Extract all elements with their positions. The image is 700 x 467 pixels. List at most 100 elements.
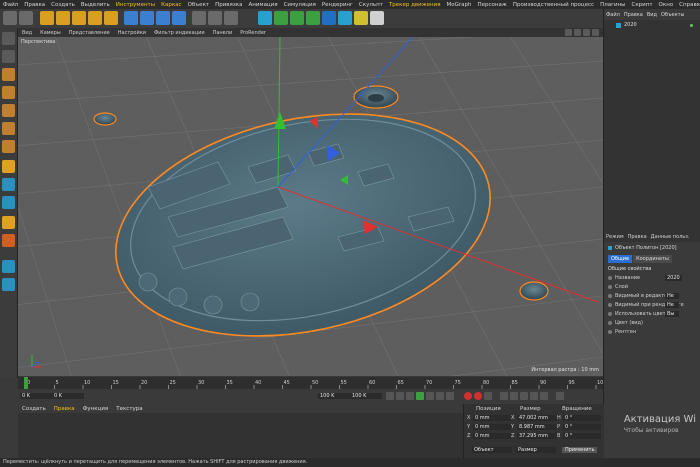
menu-item-7[interactable]: Привязка (212, 2, 245, 8)
param-dot-icon[interactable] (608, 312, 612, 316)
subtab-basic[interactable]: Общие (608, 255, 633, 263)
workplane-icon[interactable] (2, 86, 15, 99)
material-menu-item-1[interactable]: Правка (50, 406, 79, 412)
param-dot-icon[interactable] (608, 330, 612, 334)
solo-icon[interactable] (2, 260, 15, 273)
viewport-menu-item-5[interactable]: Панели (209, 30, 237, 36)
workplane-lock-icon[interactable] (2, 234, 15, 247)
model-mode-icon[interactable] (2, 50, 15, 63)
disc-model[interactable] (95, 82, 511, 368)
play-icon[interactable] (416, 392, 424, 400)
coord-size-field[interactable]: 8.987 mm (517, 424, 557, 430)
recent-tool-icon[interactable] (104, 11, 118, 25)
menu-item-14[interactable]: Персонаж (475, 2, 510, 8)
deformer-icon[interactable] (322, 11, 336, 25)
texture-mode-icon[interactable] (2, 68, 15, 81)
menu-item-6[interactable]: Объект (185, 2, 213, 8)
edges-mode-icon[interactable] (2, 122, 15, 135)
orbit-icon[interactable] (583, 29, 590, 36)
attribute-value[interactable]: Не (665, 302, 679, 308)
render-view-icon[interactable] (192, 11, 206, 25)
coord-mode-size[interactable]: Размер (516, 447, 556, 453)
param-dot-icon[interactable] (608, 303, 612, 307)
polygons-mode-icon[interactable] (2, 140, 15, 153)
enable-snap-icon[interactable] (2, 216, 15, 229)
array-icon[interactable] (306, 11, 320, 25)
coord-rotation-field[interactable]: 0 ° (563, 433, 601, 439)
object-menu-item-2[interactable]: Вид (645, 12, 659, 18)
y-axis-lock-icon[interactable] (140, 11, 154, 25)
object-menu-item-1[interactable]: Правка (622, 12, 645, 18)
tweak-icon[interactable] (2, 178, 15, 191)
goto-start-icon[interactable] (386, 392, 394, 400)
goto-end-icon[interactable] (446, 392, 454, 400)
object-menu-item-0[interactable]: Файл (604, 12, 622, 18)
attribute-value[interactable]: 2020 (665, 275, 682, 281)
floor-icon[interactable] (338, 11, 352, 25)
material-menu-item-2[interactable]: Функция (79, 406, 113, 412)
x-axis-lock-icon[interactable] (124, 11, 138, 25)
menu-item-8[interactable]: Анимация (245, 2, 280, 8)
object-row[interactable]: 2020 (604, 21, 700, 29)
timeline[interactable]: 0 5 10 15 20 25 30 35 40 45 50 55 60 65 70 75 80 85 90 95 10… (18, 377, 607, 389)
viewport-menu-item-0[interactable]: Вид (18, 30, 36, 36)
coord-size-field[interactable]: 37.295 mm (517, 433, 557, 439)
undo-icon[interactable] (3, 11, 17, 25)
object-menu-item-3[interactable]: Объекты (659, 12, 687, 18)
scale-tool-icon[interactable] (72, 11, 86, 25)
menu-item-10[interactable]: Рендеринг (319, 2, 356, 8)
record-icon[interactable] (464, 392, 472, 400)
menu-item-11[interactable]: Скульпт (356, 2, 386, 8)
menu-item-16[interactable]: Плагины (597, 2, 628, 8)
param-dot-icon[interactable] (608, 321, 612, 325)
maximize-icon[interactable] (592, 29, 599, 36)
coord-position-field[interactable]: 0 mm (473, 433, 511, 439)
attribute-tab-0[interactable]: Режим (604, 234, 626, 240)
coord-system-icon[interactable] (172, 11, 186, 25)
menu-item-9[interactable]: Симуляция (281, 2, 319, 8)
menu-item-12[interactable]: Трекер движения (386, 2, 444, 8)
material-menu-item-0[interactable]: Создать (18, 406, 50, 412)
attribute-value[interactable]: Не (665, 293, 679, 299)
attribute-value[interactable]: Вы (665, 311, 679, 317)
scale-key-icon[interactable] (510, 392, 518, 400)
rotate-key-icon[interactable] (520, 392, 528, 400)
spline-icon[interactable] (274, 11, 288, 25)
start-frame-field[interactable]: 0 K (52, 393, 84, 399)
coord-rotation-field[interactable]: 0 ° (563, 424, 601, 430)
attribute-tab-1[interactable]: Правка (626, 234, 649, 240)
axis-mode-icon[interactable] (2, 160, 15, 173)
zoom-icon[interactable] (574, 29, 581, 36)
menu-item-5[interactable]: Каркас (158, 2, 184, 8)
menu-item-19[interactable]: Справка (676, 2, 700, 8)
cube-icon[interactable] (258, 11, 272, 25)
viewport-menu-item-4[interactable]: Фильтр индикации (150, 30, 209, 36)
timeline-options-icon[interactable] (556, 392, 564, 400)
prev-frame-icon[interactable] (406, 392, 414, 400)
menu-item-2[interactable]: Создать (48, 2, 78, 8)
menu-item-3[interactable]: Выделить (78, 2, 113, 8)
menu-item-17[interactable]: Скрипт (629, 2, 656, 8)
move-key-icon[interactable] (500, 392, 508, 400)
menu-item-0[interactable]: Файл (0, 2, 21, 8)
move-tool-icon[interactable] (56, 11, 70, 25)
prev-key-icon[interactable] (396, 392, 404, 400)
layer-icon[interactable] (2, 278, 15, 291)
param-dot-icon[interactable] (608, 294, 612, 298)
viewport-menu-item-1[interactable]: Камеры (36, 30, 65, 36)
material-menu-item-3[interactable]: Текстура (112, 406, 146, 412)
keyframe-selection-icon[interactable] (484, 392, 492, 400)
viewport-menu-item-3[interactable]: Настройки (114, 30, 150, 36)
subdivision-icon[interactable] (290, 11, 304, 25)
menu-item-1[interactable]: Правка (21, 2, 48, 8)
subtab-coords[interactable]: Координаты (633, 255, 672, 263)
visibility-dot-icon[interactable] (690, 23, 693, 27)
snap-icon[interactable] (2, 196, 15, 209)
render-picture-icon[interactable] (208, 11, 222, 25)
menu-item-13[interactable]: MoGraph (444, 2, 475, 8)
apply-button[interactable]: Применить (562, 447, 598, 453)
menu-item-4[interactable]: Инструменты (113, 2, 158, 8)
end-frame-field[interactable]: 100 K (318, 393, 350, 399)
menu-item-18[interactable]: Окно (656, 2, 677, 8)
make-editable-icon[interactable] (2, 32, 15, 45)
